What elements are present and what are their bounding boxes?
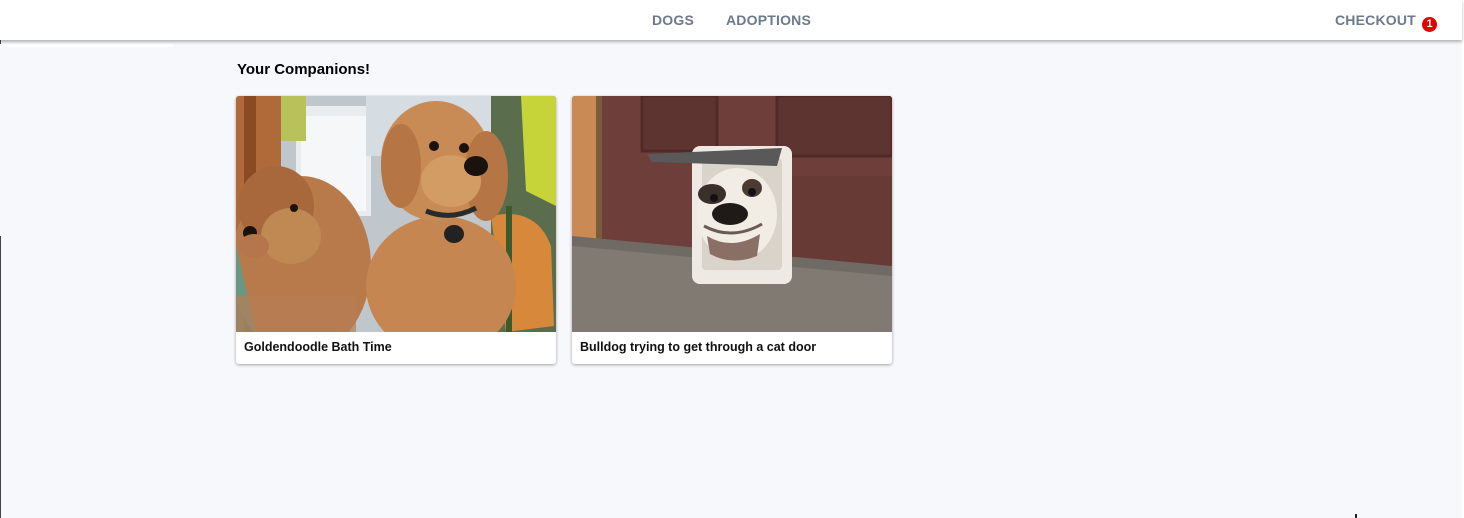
companion-card-bulldog[interactable]: Bulldog trying to get through a cat door (572, 96, 892, 364)
nav-link-dogs[interactable]: DOGS (652, 12, 694, 28)
sidebar-strip (1, 44, 173, 47)
card-caption: Bulldog trying to get through a cat door (580, 340, 817, 354)
nav-link-adoptions[interactable]: ADOPTIONS (726, 12, 811, 28)
nav-link-checkout[interactable]: CHECKOUT (1335, 12, 1416, 28)
mouse-cursor-mark (1355, 514, 1357, 518)
page-title: Your Companions! (237, 61, 371, 78)
card-caption: Goldendoodle Bath Time (244, 340, 392, 354)
top-nav: DOGS ADOPTIONS CHECKOUT 1 (0, 0, 1462, 40)
companion-card-goldendoodle[interactable]: Goldendoodle Bath Time (236, 96, 556, 364)
goldendoodles-photo (236, 96, 556, 332)
bulldog-cat-door-photo (572, 96, 892, 332)
cart-count-badge: 1 (1422, 17, 1437, 32)
page: DOGS ADOPTIONS CHECKOUT 1 Your Companion… (0, 0, 1464, 518)
